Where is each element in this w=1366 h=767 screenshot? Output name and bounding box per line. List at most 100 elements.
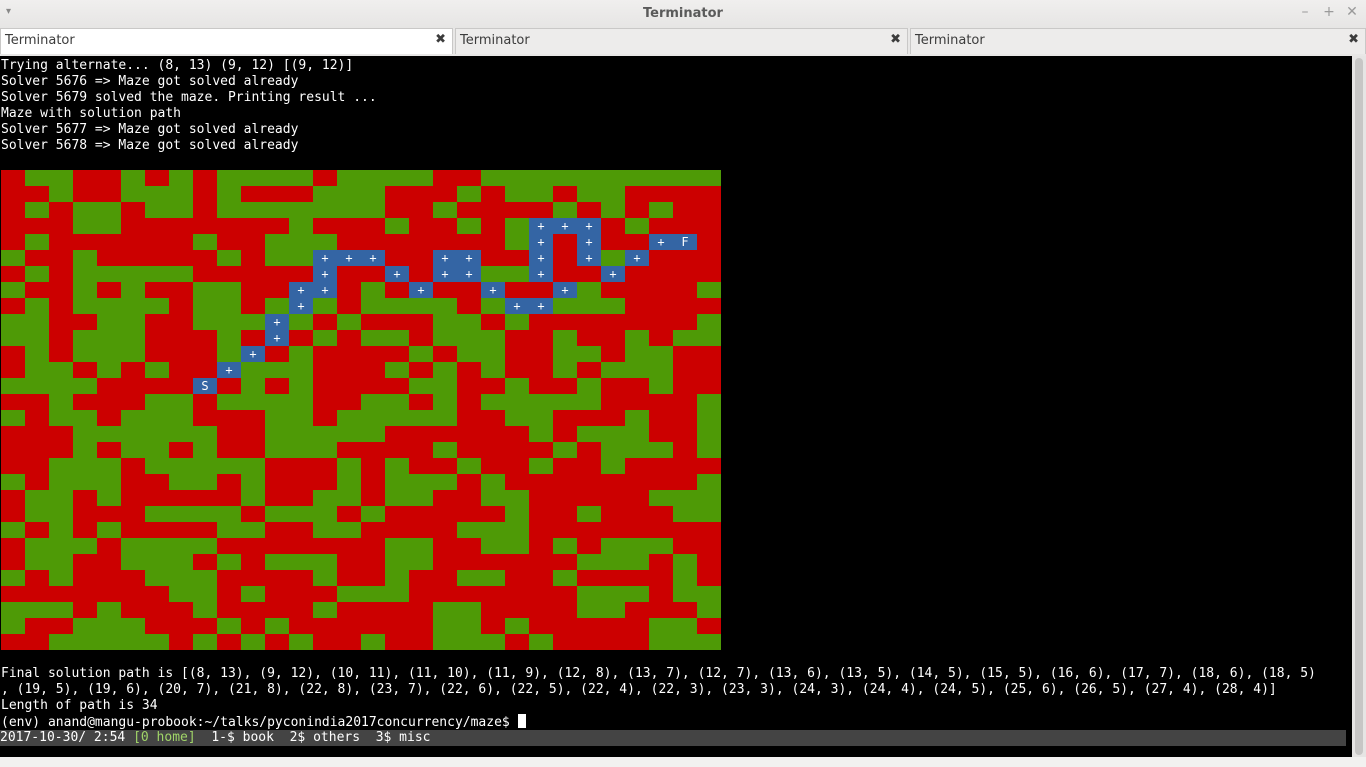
tab-close-icon[interactable]: ✖ <box>890 32 901 47</box>
maze-wall-cell <box>217 410 241 426</box>
maze-wall-cell <box>433 586 457 602</box>
maze-wall-cell <box>217 634 241 650</box>
maze-path-cell: + <box>457 250 481 266</box>
maze-open-cell <box>217 186 241 202</box>
maze-open-cell <box>217 458 241 474</box>
maze-path-cell: + <box>409 282 433 298</box>
maze-wall-cell <box>241 234 265 250</box>
tab-close-icon[interactable]: ✖ <box>1348 32 1359 47</box>
maze-wall-cell <box>697 538 721 554</box>
maximize-icon[interactable]: + <box>1320 4 1338 20</box>
maze-wall-cell <box>505 442 529 458</box>
maze-wall-cell <box>385 186 409 202</box>
maze-open-cell <box>25 234 49 250</box>
maze-wall-cell <box>121 202 145 218</box>
maze-open-cell <box>49 506 73 522</box>
maze-open-cell <box>241 170 265 186</box>
maze-wall-cell <box>121 522 145 538</box>
maze-wall-cell <box>217 378 241 394</box>
maze-open-cell <box>649 378 673 394</box>
maze-open-cell <box>577 602 601 618</box>
maze-path-cell: + <box>577 218 601 234</box>
maze-open-cell <box>481 490 505 506</box>
maze-open-cell <box>697 394 721 410</box>
maze-wall-cell <box>265 266 289 282</box>
maze-wall-cell <box>217 266 241 282</box>
maze-open-cell <box>1 602 25 618</box>
maze-open-cell <box>25 378 49 394</box>
tab-terminator-1[interactable]: Terminator ✖ <box>0 28 453 54</box>
maze-open-cell <box>313 570 337 586</box>
scrollbar[interactable] <box>1352 56 1366 757</box>
maze-open-cell <box>385 490 409 506</box>
maze-wall-cell <box>121 490 145 506</box>
maze-wall-cell <box>25 570 49 586</box>
maze-wall-cell <box>337 378 361 394</box>
maze-path-cell: + <box>529 298 553 314</box>
maze-open-cell <box>649 634 673 650</box>
maze-open-cell <box>121 346 145 362</box>
maze-open-cell <box>121 538 145 554</box>
maze-open-cell <box>385 298 409 314</box>
maze-wall-cell <box>457 282 481 298</box>
maze-open-cell <box>577 506 601 522</box>
maze-wall-cell <box>433 570 457 586</box>
maze-open-cell <box>217 346 241 362</box>
maze-open-cell <box>121 554 145 570</box>
maze-open-cell <box>361 410 385 426</box>
maze-path-cell: + <box>529 234 553 250</box>
terminal-pane[interactable]: Trying alternate... (8, 13) (9, 12) [(9,… <box>0 56 1352 757</box>
maze-wall-cell <box>361 538 385 554</box>
maze-path-cell: + <box>337 250 361 266</box>
maze-open-cell <box>169 570 193 586</box>
maze-wall-cell <box>409 266 433 282</box>
maze-wall-cell <box>505 202 529 218</box>
maze-wall-cell <box>553 634 577 650</box>
maze-wall-cell <box>241 218 265 234</box>
maze-open-cell <box>49 554 73 570</box>
maze-wall-cell <box>553 410 577 426</box>
maze-open-cell <box>433 410 457 426</box>
maze-wall-cell <box>265 634 289 650</box>
maze-wall-cell <box>289 266 313 282</box>
maze-open-cell <box>289 346 313 362</box>
maze-open-cell <box>625 554 649 570</box>
maze-open-cell <box>121 314 145 330</box>
maze-wall-cell <box>169 282 193 298</box>
maze-open-cell <box>553 394 577 410</box>
maze-open-cell <box>73 346 97 362</box>
maze-wall-cell <box>361 490 385 506</box>
maze-wall-cell <box>145 218 169 234</box>
maze-wall-cell <box>337 330 361 346</box>
maze-open-cell <box>73 474 97 490</box>
maze-wall-cell <box>385 426 409 442</box>
maze-wall-cell <box>49 314 73 330</box>
maze-open-cell <box>289 426 313 442</box>
maze-wall-cell <box>553 426 577 442</box>
tab-close-icon[interactable]: ✖ <box>435 32 446 47</box>
maze-wall-cell <box>601 282 625 298</box>
scrollbar-thumb[interactable] <box>1355 58 1363 755</box>
tab-terminator-2[interactable]: Terminator ✖ <box>455 28 908 54</box>
maze-path-cell: + <box>457 266 481 282</box>
maze-open-cell <box>241 586 265 602</box>
maze-open-cell <box>625 330 649 346</box>
maze-wall-cell <box>265 474 289 490</box>
maze-wall-cell <box>217 218 241 234</box>
maze-wall-cell <box>265 522 289 538</box>
maze-open-cell <box>289 362 313 378</box>
maze-open-cell <box>409 378 433 394</box>
minimize-icon[interactable]: – <box>1296 4 1314 20</box>
maze-wall-cell <box>337 506 361 522</box>
maze-wall-cell <box>337 362 361 378</box>
maze-open-cell <box>169 202 193 218</box>
tab-terminator-3[interactable]: Terminator ✖ <box>910 28 1366 54</box>
maze-wall-cell <box>505 586 529 602</box>
maze-wall-cell <box>433 234 457 250</box>
prompt-line[interactable]: (env) anand@mangu-probook:~/talks/pyconi… <box>1 714 526 730</box>
maze-open-cell <box>481 634 505 650</box>
close-window-icon[interactable]: ✕ <box>1343 4 1361 20</box>
maze-open-cell <box>25 298 49 314</box>
maze-open-cell <box>97 618 121 634</box>
maze-open-cell <box>385 538 409 554</box>
